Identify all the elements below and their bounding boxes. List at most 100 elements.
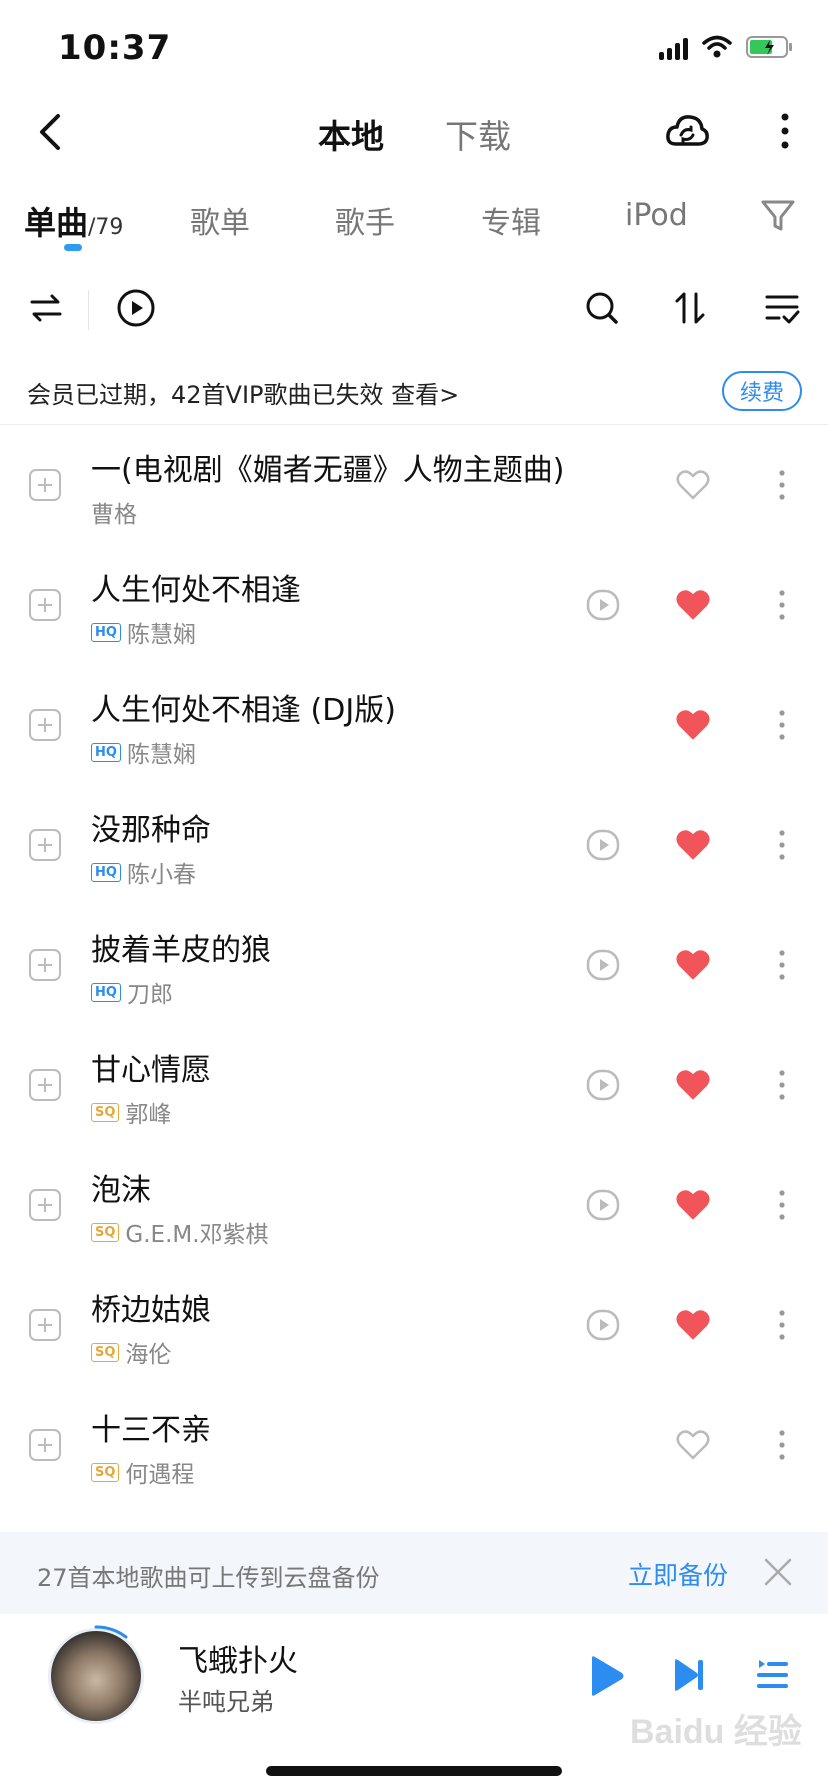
tab-ipod[interactable]: iPod — [625, 198, 688, 233]
song-title: 人生何处不相逢 — [91, 573, 301, 608]
song-list: 一(电视剧《媚者无疆》人物主题曲) 曹格 人生何处不相逢 HQ 陈慧娴 人生何处不相逢 (… — [0, 425, 828, 1505]
songs-count: /79 — [88, 215, 124, 240]
heart-icon[interactable] — [676, 709, 710, 741]
vip-notice-link[interactable]: 会员已过期，42首VIP歌曲已失效 查看> — [27, 375, 459, 410]
song-row[interactable]: 没那种命 HQ 陈小春 — [0, 785, 828, 905]
backup-now-button[interactable]: 立即备份 — [628, 1556, 728, 1592]
song-more-icon[interactable] — [772, 465, 792, 505]
song-artist: 陈慧娴 — [126, 742, 196, 768]
quality-badge: SQ — [91, 1462, 120, 1482]
heart-icon[interactable] — [676, 1189, 710, 1221]
close-icon[interactable] — [762, 1556, 794, 1588]
add-icon[interactable] — [29, 1429, 61, 1461]
back-icon — [40, 114, 60, 150]
tab-songs-label: 单曲 — [24, 204, 89, 242]
song-row[interactable]: 十三不亲 SQ 何遇程 — [0, 1385, 828, 1505]
tab-artists[interactable]: 歌手 — [335, 198, 395, 242]
song-row[interactable]: 泡沫 SQ G.E.M.邓紫棋 — [0, 1145, 828, 1265]
song-meta: HQ 刀郎 — [91, 975, 173, 1009]
now-playing-title: 飞蛾扑火 — [178, 1644, 298, 1679]
song-meta: HQ 陈慧娴 — [91, 735, 196, 769]
quality-badge: HQ — [91, 622, 121, 642]
tab-local[interactable]: 本地 — [318, 110, 384, 158]
playlist-icon[interactable] — [756, 1656, 788, 1694]
sort-icon — [675, 292, 705, 324]
mv-play-icon[interactable] — [586, 949, 620, 981]
add-icon[interactable] — [29, 709, 61, 741]
mv-play-icon[interactable] — [586, 589, 620, 621]
add-icon[interactable] — [29, 1069, 61, 1101]
shuffle-button[interactable] — [22, 284, 70, 332]
cloud-sync-icon[interactable] — [664, 108, 710, 154]
song-artist: 陈小春 — [126, 862, 196, 888]
heart-icon[interactable] — [676, 1069, 710, 1101]
mv-play-icon[interactable] — [586, 829, 620, 861]
heart-icon[interactable] — [676, 589, 710, 621]
song-artist: 刀郎 — [126, 982, 173, 1008]
song-more-icon[interactable] — [772, 1065, 792, 1105]
search-icon — [586, 292, 618, 324]
quality-badge: SQ — [91, 1102, 120, 1122]
song-artist: 郭峰 — [125, 1102, 172, 1128]
play-all-button[interactable] — [112, 284, 160, 332]
song-artist: 曹格 — [91, 502, 137, 528]
back-button[interactable] — [28, 110, 72, 154]
song-title: 桥边姑娘 — [91, 1293, 211, 1328]
song-more-icon[interactable] — [772, 825, 792, 865]
song-row[interactable]: 甘心情愿 SQ 郭峰 — [0, 1025, 828, 1145]
quality-badge: HQ — [91, 982, 121, 1002]
watermark: Baidu 经验 — [630, 1713, 802, 1751]
tab-playlists[interactable]: 歌单 — [190, 198, 250, 242]
top-nav: 本地 下载 — [0, 100, 828, 164]
song-row[interactable]: 人生何处不相逢 HQ 陈慧娴 — [0, 545, 828, 665]
signal-icon — [659, 34, 688, 60]
add-icon[interactable] — [29, 1189, 61, 1221]
renew-button[interactable]: 续费 — [722, 371, 802, 411]
add-icon[interactable] — [29, 829, 61, 861]
tab-download[interactable]: 下载 — [445, 110, 511, 158]
backup-banner: 27首本地歌曲可上传到云盘备份 立即备份 — [0, 1532, 828, 1614]
song-row[interactable]: 披着羊皮的狼 HQ 刀郎 — [0, 905, 828, 1025]
song-more-icon[interactable] — [772, 1425, 792, 1465]
song-more-icon[interactable] — [772, 585, 792, 625]
tab-songs[interactable]: 单曲/79 — [24, 198, 123, 244]
song-row[interactable]: 人生何处不相逢 (DJ版) HQ 陈慧娴 — [0, 665, 828, 785]
mv-play-icon[interactable] — [586, 1309, 620, 1341]
quality-badge: SQ — [91, 1342, 120, 1362]
song-title: 一(电视剧《媚者无疆》人物主题曲) — [91, 453, 565, 488]
add-icon[interactable] — [29, 1309, 61, 1341]
status-bar: 10:37 — [0, 0, 828, 100]
tab-albums[interactable]: 专辑 — [481, 198, 541, 242]
song-more-icon[interactable] — [772, 705, 792, 745]
heart-icon[interactable] — [676, 1429, 710, 1461]
play-icon[interactable] — [586, 1654, 626, 1698]
heart-icon[interactable] — [676, 949, 710, 981]
song-artist: 陈慧娴 — [126, 622, 196, 648]
song-row[interactable]: 桥边姑娘 SQ 海伦 — [0, 1265, 828, 1385]
next-icon[interactable] — [672, 1656, 706, 1694]
heart-icon[interactable] — [676, 469, 710, 501]
song-artist: 何遇程 — [125, 1462, 195, 1488]
more-icon[interactable] — [770, 108, 800, 154]
song-more-icon[interactable] — [772, 1305, 792, 1345]
heart-icon[interactable] — [676, 829, 710, 861]
mv-play-icon[interactable] — [586, 1189, 620, 1221]
song-title: 甘心情愿 — [91, 1053, 211, 1088]
song-title: 人生何处不相逢 (DJ版) — [91, 693, 396, 728]
heart-icon[interactable] — [676, 1309, 710, 1341]
active-tab-indicator — [64, 244, 82, 251]
add-icon[interactable] — [29, 469, 61, 501]
add-icon[interactable] — [29, 949, 61, 981]
search-button[interactable] — [578, 284, 626, 332]
song-more-icon[interactable] — [772, 1185, 792, 1225]
mini-player[interactable]: 飞蛾扑火 半吨兄弟 Baidu 经验 — [0, 1614, 828, 1792]
filter-icon[interactable] — [758, 196, 798, 236]
song-row[interactable]: 一(电视剧《媚者无疆》人物主题曲) 曹格 — [0, 425, 828, 545]
song-meta: SQ G.E.M.邓紫棋 — [91, 1215, 269, 1249]
add-icon[interactable] — [29, 589, 61, 621]
batch-select-button[interactable] — [758, 284, 806, 332]
mv-play-icon[interactable] — [586, 1069, 620, 1101]
toolbar-divider — [88, 290, 89, 330]
sort-button[interactable] — [666, 284, 714, 332]
song-more-icon[interactable] — [772, 945, 792, 985]
